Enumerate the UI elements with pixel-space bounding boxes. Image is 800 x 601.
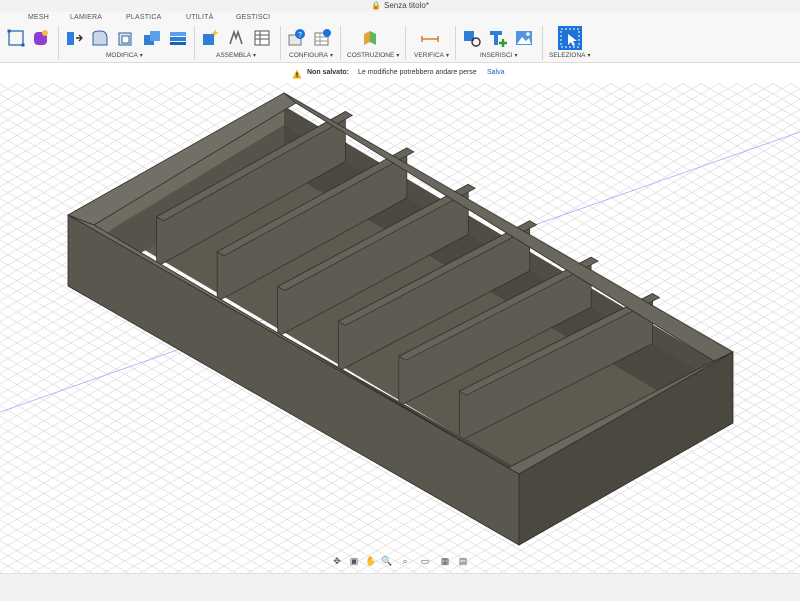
insert-mesh-icon[interactable]	[488, 28, 508, 48]
bom-icon[interactable]	[252, 28, 272, 48]
separator	[455, 26, 456, 60]
fillet-icon[interactable]	[90, 28, 110, 48]
unsaved-message: Le modifiche potrebbero andare perse	[358, 69, 477, 76]
grid-line	[0, 519, 93, 573]
parameters-icon[interactable]: ?	[287, 28, 307, 48]
warning-icon	[292, 68, 302, 79]
new-component-icon[interactable]	[200, 28, 220, 48]
separator	[194, 26, 195, 60]
tab-mesh[interactable]: MESH	[28, 14, 49, 21]
display-settings-icon[interactable]: ▭	[418, 554, 432, 568]
construct-plane-icon[interactable]	[360, 28, 380, 48]
toolbar-ribbon: MESH LAMIERA PLASTICA UTILITÀ GESTISCI ?	[0, 12, 800, 63]
extrude-icon[interactable]	[64, 28, 84, 48]
viewports-icon[interactable]: ▤	[456, 554, 470, 568]
group-assembla[interactable]: ASSEMBLA ▾	[216, 52, 256, 59]
tab-utilita[interactable]: UTILITÀ	[186, 14, 213, 21]
select-icon[interactable]	[558, 26, 582, 50]
unsaved-status: Non salvato:	[307, 69, 350, 76]
group-costruzione[interactable]: COSTRUZIONE ▾	[347, 52, 399, 59]
configure-table-icon[interactable]	[313, 28, 333, 48]
separator	[405, 26, 406, 60]
document-title: Senza titolo*	[384, 1, 429, 10]
zoom-icon[interactable]: 🔍	[380, 554, 394, 568]
pan-icon[interactable]: ✋	[364, 554, 378, 568]
shell-icon[interactable]	[116, 28, 136, 48]
navigation-bar	[0, 573, 800, 601]
group-inserisci[interactable]: INSERISCI ▾	[480, 52, 518, 59]
look-at-icon[interactable]: ▣	[347, 554, 361, 568]
orbit-icon[interactable]: ✥	[330, 554, 344, 568]
grid-line	[699, 83, 800, 141]
joint-icon[interactable]	[226, 28, 246, 48]
grid-line	[697, 513, 800, 573]
notification-bar: Non salvato: Le modifiche potrebbero and…	[0, 63, 800, 83]
tab-plastica[interactable]: PLASTICA	[126, 14, 161, 21]
tab-lamiera[interactable]: LAMIERA	[70, 14, 102, 21]
insert-canvas-icon[interactable]	[514, 28, 534, 48]
group-seleziona[interactable]: SELEZIONA ▾	[549, 52, 591, 59]
svg-text:?: ?	[298, 32, 302, 39]
group-verifica[interactable]: VERIFICA ▾	[414, 52, 449, 59]
tray-model[interactable]	[67, 92, 734, 546]
combine-icon[interactable]	[142, 28, 162, 48]
sketch-icon[interactable]	[6, 28, 26, 48]
save-link[interactable]: Salva	[487, 63, 505, 83]
insert-derive-icon[interactable]	[462, 28, 482, 48]
viewport-scene[interactable]	[0, 83, 800, 573]
separator	[542, 26, 543, 60]
grid-settings-icon[interactable]: ▦	[438, 554, 452, 568]
group-configura[interactable]: CONFIGURA ▾	[289, 52, 333, 59]
viewport-canvas[interactable]	[0, 83, 800, 573]
grid-line	[679, 503, 800, 573]
stack-icon[interactable]	[168, 28, 188, 48]
lock-icon: 🔒	[371, 1, 382, 10]
fit-icon[interactable]: ⌕	[398, 554, 412, 568]
title-bar: 🔒 Senza titolo*	[0, 0, 800, 12]
form-icon[interactable]	[31, 28, 51, 48]
measure-icon[interactable]	[420, 28, 440, 48]
tab-gestisci[interactable]: GESTISCI	[236, 14, 270, 21]
separator	[58, 26, 59, 60]
grid-line	[771, 83, 800, 100]
separator	[340, 26, 341, 60]
group-modifica[interactable]: MODIFICA ▾	[106, 52, 143, 59]
separator	[280, 26, 281, 60]
